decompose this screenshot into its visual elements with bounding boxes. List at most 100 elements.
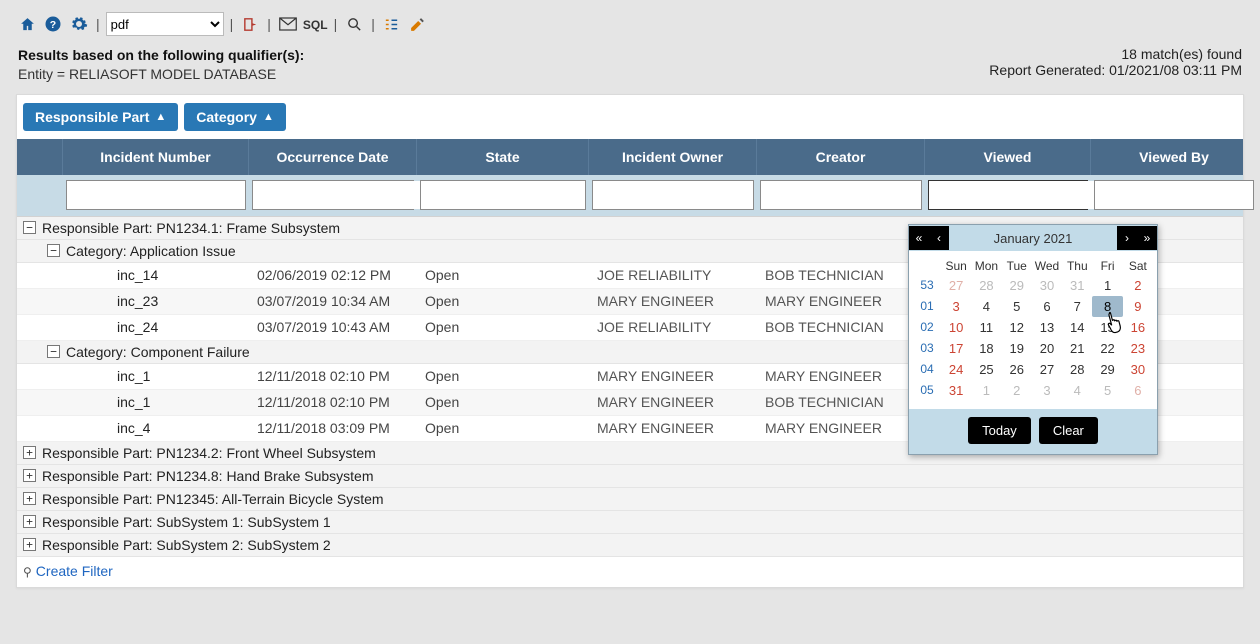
filter-creator[interactable] <box>760 180 922 210</box>
calendar-day[interactable]: 24 <box>941 359 971 380</box>
cell-owner: JOE RELIABILITY <box>589 267 757 283</box>
edit-icon[interactable] <box>407 13 429 35</box>
expand-icon[interactable]: + <box>23 515 36 528</box>
calendar-week-number: 05 <box>913 380 941 401</box>
calendar-day[interactable]: 22 <box>1092 338 1122 359</box>
calendar-week-number: 53 <box>913 275 941 296</box>
calendar-day[interactable]: 27 <box>1032 359 1062 380</box>
chip-label: Category <box>196 109 257 125</box>
group-row[interactable]: +Responsible Part: PN12345: All-Terrain … <box>17 488 1243 511</box>
filter-incident-owner[interactable] <box>592 180 754 210</box>
calendar-day[interactable]: 12 <box>1002 317 1032 338</box>
calendar-day[interactable]: 1 <box>1092 275 1122 296</box>
cell-creator: BOB TECHNICIAN <box>757 319 925 335</box>
group-row[interactable]: +Responsible Part: PN1234.8: Hand Brake … <box>17 465 1243 488</box>
calendar-day[interactable]: 28 <box>1062 359 1092 380</box>
collapse-icon[interactable]: − <box>47 345 60 358</box>
filter-viewed-input[interactable] <box>929 181 1114 209</box>
calendar-day[interactable]: 4 <box>971 296 1001 317</box>
column-header-creator[interactable]: Creator <box>757 139 925 175</box>
calendar-day[interactable]: 19 <box>1002 338 1032 359</box>
search-icon[interactable] <box>343 13 365 35</box>
calendar-day[interactable]: 14 <box>1062 317 1092 338</box>
group-row[interactable]: +Responsible Part: SubSystem 1: SubSyste… <box>17 511 1243 534</box>
calendar-day[interactable]: 17 <box>941 338 971 359</box>
calendar-day[interactable]: 13 <box>1032 317 1062 338</box>
filter-icon: ⚲ <box>23 565 32 579</box>
column-header-viewed[interactable]: Viewed <box>925 139 1091 175</box>
help-icon[interactable]: ? <box>42 13 64 35</box>
column-header-incident-number[interactable]: Incident Number <box>63 139 249 175</box>
filter-incident-number[interactable] <box>66 180 246 210</box>
export-icon[interactable] <box>239 13 261 35</box>
group-row[interactable]: +Responsible Part: SubSystem 2: SubSyste… <box>17 534 1243 557</box>
filter-occurrence-date[interactable]: ▾ <box>252 180 414 210</box>
filter-viewed-by[interactable] <box>1094 180 1254 210</box>
toolbar: ? | pdf | | SQL | | <box>16 8 1244 40</box>
filter-occurrence-date-input[interactable] <box>253 181 438 209</box>
calendar-day[interactable]: 15 <box>1092 317 1122 338</box>
export-format-select[interactable]: pdf <box>106 12 224 36</box>
column-header-occurrence-date[interactable]: Occurrence Date <box>249 139 417 175</box>
calendar-day[interactable]: 7 <box>1062 296 1092 317</box>
calendar-day[interactable]: 3 <box>941 296 971 317</box>
calendar-day[interactable]: 21 <box>1062 338 1092 359</box>
home-icon[interactable] <box>16 13 38 35</box>
mail-icon[interactable] <box>277 13 299 35</box>
cell-incident: inc_1 <box>63 368 249 384</box>
next-month-button[interactable]: › <box>1117 226 1137 250</box>
calendar-day[interactable]: 16 <box>1123 317 1153 338</box>
calendar-day[interactable]: 18 <box>971 338 1001 359</box>
group-label: Responsible Part: PN1234.2: Front Wheel … <box>42 445 376 461</box>
cell-incident: inc_24 <box>63 319 249 335</box>
qualifier-intro: Results based on the following qualifier… <box>18 46 304 65</box>
gear-icon[interactable] <box>68 13 90 35</box>
calendar-day[interactable]: 8 <box>1092 296 1122 317</box>
calendar-day[interactable]: 29 <box>1092 359 1122 380</box>
clear-button[interactable]: Clear <box>1039 417 1098 444</box>
calendar-dow: Tue <box>1002 257 1032 275</box>
calendar-day[interactable]: 25 <box>971 359 1001 380</box>
calendar-day[interactable]: 11 <box>971 317 1001 338</box>
today-button[interactable]: Today <box>968 417 1031 444</box>
cell-incident: inc_23 <box>63 293 249 309</box>
column-header-state[interactable]: State <box>417 139 589 175</box>
calendar-day[interactable]: 31 <box>941 380 971 401</box>
chip-label: Responsible Part <box>35 109 149 125</box>
calendar-day[interactable]: 9 <box>1123 296 1153 317</box>
calendar-day[interactable]: 2 <box>1123 275 1153 296</box>
calendar-day[interactable]: 20 <box>1032 338 1062 359</box>
group-chip-category[interactable]: Category ▲ <box>184 103 286 131</box>
sql-button[interactable]: SQL <box>303 18 328 32</box>
column-header-incident-owner[interactable]: Incident Owner <box>589 139 757 175</box>
collapse-icon[interactable]: − <box>47 244 60 257</box>
expand-icon[interactable]: + <box>23 492 36 505</box>
collapse-icon[interactable]: − <box>23 221 36 234</box>
calendar-dow: Mon <box>971 257 1001 275</box>
prev-month-button[interactable]: ‹ <box>929 226 949 250</box>
create-filter-link[interactable]: Create Filter <box>36 563 113 579</box>
calendar-day[interactable]: 30 <box>1123 359 1153 380</box>
calendar-day[interactable]: 23 <box>1123 338 1153 359</box>
cell-creator: MARY ENGINEER <box>757 293 925 309</box>
filter-state[interactable] <box>420 180 586 210</box>
calendar-grid: SunMonTueWedThuFriSat5327282930311201345… <box>909 251 1157 409</box>
group-chip-responsible-part[interactable]: Responsible Part ▲ <box>23 103 178 131</box>
date-picker: « ‹ January 2021 › » SunMonTueWedThuFriS… <box>908 224 1158 455</box>
tree-collapse-icon[interactable] <box>381 13 403 35</box>
calendar-day[interactable]: 6 <box>1032 296 1062 317</box>
expand-icon[interactable]: + <box>23 446 36 459</box>
column-header-viewed-by[interactable]: Viewed By <box>1091 139 1257 175</box>
expand-icon[interactable]: + <box>23 469 36 482</box>
calendar-day[interactable]: 10 <box>941 317 971 338</box>
expand-icon[interactable]: + <box>23 538 36 551</box>
calendar-day[interactable]: 26 <box>1002 359 1032 380</box>
calendar-day[interactable]: 5 <box>1002 296 1032 317</box>
cell-incident: inc_4 <box>63 420 249 436</box>
cell-creator: MARY ENGINEER <box>757 420 925 436</box>
calendar-dow: Sat <box>1123 257 1153 275</box>
prev-year-button[interactable]: « <box>909 226 929 250</box>
filter-viewed[interactable]: ▾ <box>928 180 1088 210</box>
next-year-button[interactable]: » <box>1137 226 1157 250</box>
separator: | <box>332 16 340 32</box>
